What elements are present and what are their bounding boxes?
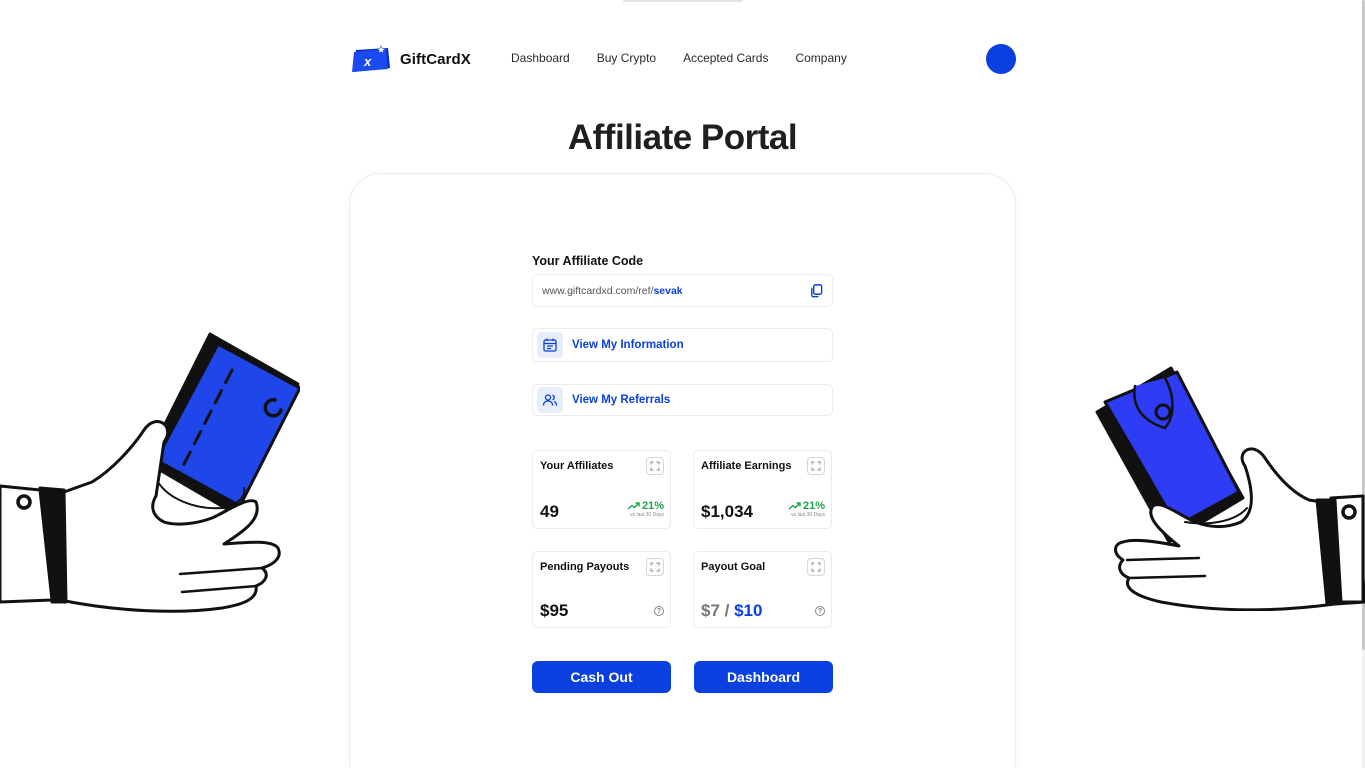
- nav-accepted-cards[interactable]: Accepted Cards: [683, 51, 768, 65]
- stat-card-affiliates: Your Affiliates 49 21% vs last 30 Days: [532, 450, 671, 529]
- stat-value: 49: [540, 502, 559, 521]
- affiliate-link-field[interactable]: www.giftcardxd.com/ref/sevak: [532, 274, 833, 307]
- stat-card-payout-goal: Payout Goal $7 / $10 ?: [693, 551, 832, 628]
- view-my-information-button[interactable]: View My Information: [532, 328, 833, 362]
- trend-caption: vs last 30 Days: [630, 512, 664, 518]
- trend-percent: 21%: [802, 500, 825, 512]
- affiliate-link-base: www.giftcardxd.com/ref/: [542, 284, 654, 297]
- stat-title: Affiliate Earnings: [701, 460, 792, 472]
- trend-up-icon: [788, 502, 801, 510]
- hand-card-illustration: [0, 330, 302, 625]
- trend-percent: 21%: [641, 500, 664, 512]
- stat-card-pending-payouts: Pending Payouts $95 ?: [532, 551, 671, 628]
- view-my-referrals-label: View My Referrals: [572, 394, 671, 406]
- affiliate-code-label: Your Affiliate Code: [532, 254, 644, 268]
- avatar[interactable]: [986, 44, 1016, 74]
- trend-badge: 21% vs last 30 Days: [788, 500, 825, 518]
- nav-company[interactable]: Company: [795, 51, 846, 65]
- cash-out-button[interactable]: Cash Out: [532, 661, 671, 693]
- help-icon[interactable]: ?: [815, 606, 825, 616]
- nav-dashboard[interactable]: Dashboard: [511, 51, 570, 65]
- stat-title: Your Affiliates: [540, 460, 614, 472]
- nav-buy-crypto[interactable]: Buy Crypto: [597, 51, 656, 65]
- goal-target: $10: [734, 601, 763, 620]
- stat-value: $7 / $10: [701, 601, 762, 621]
- users-icon: [537, 387, 563, 413]
- main-nav: Dashboard Buy Crypto Accepted Cards Comp…: [511, 51, 874, 65]
- goal-separator: /: [719, 601, 735, 620]
- dashboard-button[interactable]: Dashboard: [694, 661, 833, 693]
- affiliate-panel: [349, 173, 1016, 768]
- stat-title: Payout Goal: [701, 561, 766, 573]
- brand-logo[interactable]: x GiftCardX: [350, 44, 471, 74]
- stat-card-earnings: Affiliate Earnings $1,034 21% vs last 30…: [693, 450, 832, 529]
- brand-name: GiftCardX: [400, 50, 471, 68]
- stat-value: $95: [540, 601, 569, 620]
- expand-icon[interactable]: [807, 558, 825, 576]
- copy-icon[interactable]: [809, 283, 824, 298]
- goal-current: $7: [701, 601, 720, 620]
- affiliate-link-user: sevak: [653, 284, 683, 297]
- hand-card-illustration-right: [1095, 366, 1365, 616]
- trend-badge: 21% vs last 30 Days: [627, 500, 664, 518]
- stat-value: $1,034: [701, 502, 753, 521]
- trend-caption: vs last 30 Days: [791, 512, 825, 518]
- view-my-information-label: View My Information: [572, 339, 684, 351]
- expand-icon[interactable]: [646, 558, 664, 576]
- top-notch: [623, 0, 743, 2]
- calendar-icon: [537, 332, 563, 358]
- expand-icon[interactable]: [646, 457, 664, 475]
- help-icon[interactable]: ?: [654, 606, 664, 616]
- expand-icon[interactable]: [807, 457, 825, 475]
- stat-title: Pending Payouts: [540, 561, 630, 573]
- view-my-referrals-button[interactable]: View My Referrals: [532, 384, 833, 416]
- trend-up-icon: [627, 502, 640, 510]
- logo-card-icon: x: [350, 44, 392, 74]
- svg-text:x: x: [363, 54, 372, 69]
- page-title: Affiliate Portal: [567, 118, 798, 157]
